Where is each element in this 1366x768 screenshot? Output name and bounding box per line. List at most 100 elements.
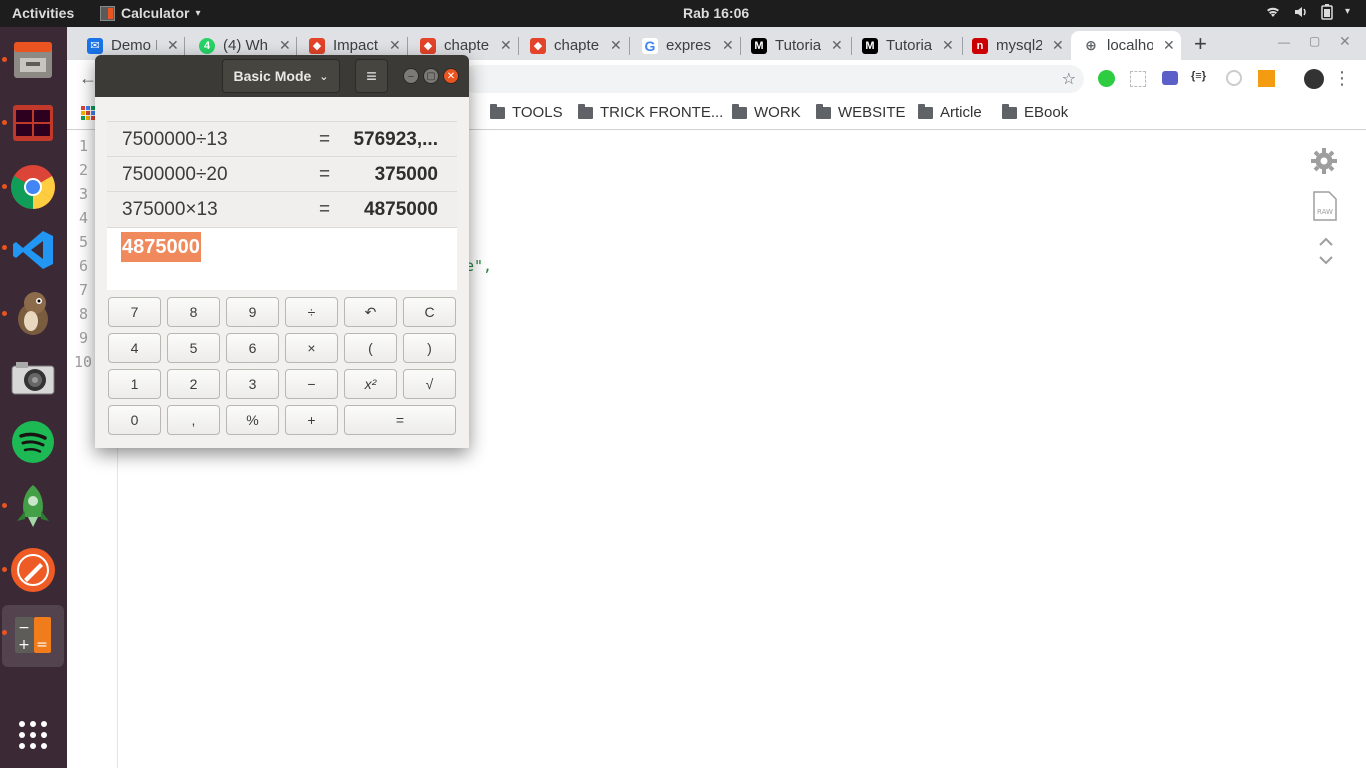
key-percent[interactable]: % (226, 405, 279, 435)
key-open-paren[interactable]: ( (344, 333, 397, 363)
terminal-icon[interactable] (9, 99, 57, 147)
running-indicator (2, 311, 7, 316)
postman-icon[interactable] (9, 546, 57, 594)
bookmark-folder[interactable]: EBook (1002, 103, 1069, 121)
key-clear[interactable]: C (403, 297, 456, 327)
key-add[interactable]: + (285, 405, 338, 435)
bookmark-folder[interactable]: TOOLS (490, 103, 563, 121)
files-icon[interactable] (9, 36, 57, 84)
new-tab-button[interactable]: + (1194, 31, 1207, 57)
browser-tab[interactable]: ◆ chapte ✕ (510, 31, 622, 60)
extension-timer-icon[interactable] (1226, 70, 1242, 86)
expand-collapse-icon[interactable] (1317, 234, 1335, 268)
close-icon[interactable]: ✕ (1163, 37, 1175, 54)
apps-grid-icon[interactable] (81, 106, 95, 120)
browser-tab[interactable]: n mysql2 ✕ (952, 31, 1064, 60)
bookmark-label: TOOLS (512, 104, 563, 121)
dock: − + = (0, 27, 67, 768)
star-icon[interactable]: ☆ (1062, 69, 1076, 89)
bookmark-folder[interactable]: WEBSITE (816, 103, 906, 121)
close-icon[interactable]: ✕ (831, 37, 843, 54)
calculator-icon[interactable]: − + = (9, 611, 57, 659)
key-sqrt[interactable]: √ (403, 369, 456, 399)
window-close-button[interactable]: ✕ (1339, 33, 1351, 50)
key-square[interactable]: x² (344, 369, 397, 399)
browser-tab[interactable]: Gexpres ✕ (622, 31, 734, 60)
maximize-button[interactable]: ▢ (423, 68, 439, 84)
window-maximize-button[interactable]: ▢ (1309, 34, 1320, 48)
system-tray[interactable]: ▾ (1265, 4, 1350, 20)
key-undo[interactable]: ↶ (344, 297, 397, 327)
browser-tab[interactable]: M Tutoria ✕ (842, 31, 954, 60)
key-6[interactable]: 6 (226, 333, 279, 363)
json-viewer-icon[interactable]: {≡} (1191, 70, 1206, 82)
bookmark-folder[interactable]: Article (918, 103, 982, 121)
calculator-window: Basic Mode ⌄ ≡ – ▢ ✕ 7500000÷13 = 576923… (95, 55, 469, 448)
calculator-display[interactable]: 4875000 (107, 227, 457, 290)
history-row[interactable]: 375000×13 = 4875000 (107, 191, 457, 226)
raw-file-icon[interactable]: RAW (1312, 190, 1338, 222)
gear-icon[interactable] (1310, 147, 1338, 175)
key-4[interactable]: 4 (108, 333, 161, 363)
window-minimize-button[interactable]: — (1278, 35, 1290, 49)
extension-chart-icon[interactable] (1258, 70, 1275, 87)
display-value-selected[interactable]: 4875000 (121, 232, 201, 262)
history-row[interactable]: 7500000÷13 = 576923,... (107, 121, 457, 156)
tab-label: Tutoria (886, 37, 932, 54)
history-equals: = (319, 164, 331, 185)
browser-tab-active[interactable]: ⊕ localho ✕ (1071, 31, 1181, 60)
grid-icon[interactable] (9, 711, 57, 759)
key-7[interactable]: 7 (108, 297, 161, 327)
spotify-icon[interactable] (9, 418, 57, 466)
key-3[interactable]: 3 (226, 369, 279, 399)
line-number: 4 (79, 209, 89, 227)
key-5[interactable]: 5 (167, 333, 220, 363)
key-divide[interactable]: ÷ (285, 297, 338, 327)
key-0[interactable]: 0 (108, 405, 161, 435)
chrome-icon[interactable] (9, 163, 57, 211)
activities-button[interactable]: Activities (12, 5, 74, 21)
key-1[interactable]: 1 (108, 369, 161, 399)
close-button[interactable]: ✕ (443, 68, 459, 84)
kebab-menu-icon[interactable]: ⋮ (1333, 68, 1351, 89)
mode-selector-button[interactable]: Basic Mode ⌄ (222, 59, 340, 93)
key-2[interactable]: 2 (167, 369, 220, 399)
extension-purple-icon[interactable] (1162, 71, 1178, 85)
close-icon[interactable]: ✕ (1052, 37, 1064, 54)
close-icon[interactable]: ✕ (610, 37, 622, 54)
address-bar[interactable]: ☆ (462, 65, 1084, 93)
line-number: 1 (79, 137, 89, 155)
key-9[interactable]: 9 (226, 297, 279, 327)
vscode-icon[interactable] (9, 226, 57, 274)
key-decimal[interactable]: , (167, 405, 220, 435)
hamburger-icon: ≡ (366, 65, 377, 86)
close-icon[interactable]: ✕ (167, 37, 179, 54)
browser-tab[interactable]: M Tutoria ✕ (731, 31, 843, 60)
medium-favicon-icon: M (751, 37, 767, 54)
bookmark-folder[interactable]: WORK (732, 103, 801, 121)
bookmark-label: EBook (1024, 104, 1069, 121)
history-row[interactable]: 7500000÷20 = 375000 (107, 156, 457, 191)
extension-green-icon[interactable] (1098, 70, 1115, 87)
key-multiply[interactable]: × (285, 333, 338, 363)
key-subtract[interactable]: − (285, 369, 338, 399)
rocket-app-icon[interactable] (9, 482, 57, 530)
clock[interactable]: Rab 16:06 (683, 5, 749, 21)
bookmark-label: WORK (754, 104, 801, 121)
app-menu[interactable]: Calculator ▾ (100, 5, 201, 21)
camera-icon[interactable] (9, 354, 57, 402)
hamburger-menu-button[interactable]: ≡ (355, 59, 388, 93)
extension-grid-icon[interactable] (1130, 71, 1146, 87)
running-indicator (2, 57, 7, 62)
close-icon[interactable]: ✕ (389, 37, 401, 54)
key-8[interactable]: 8 (167, 297, 220, 327)
avatar[interactable] (1304, 69, 1324, 89)
key-close-paren[interactable]: ) (403, 333, 456, 363)
bookmark-folder[interactable]: TRICK FRONTE... (578, 103, 723, 121)
line-number: 8 (79, 305, 89, 323)
dbeaver-icon[interactable] (9, 289, 57, 337)
wifi-icon (1266, 7, 1279, 18)
running-indicator (2, 630, 7, 635)
key-equals[interactable]: = (344, 405, 456, 435)
minimize-button[interactable]: – (403, 68, 419, 84)
